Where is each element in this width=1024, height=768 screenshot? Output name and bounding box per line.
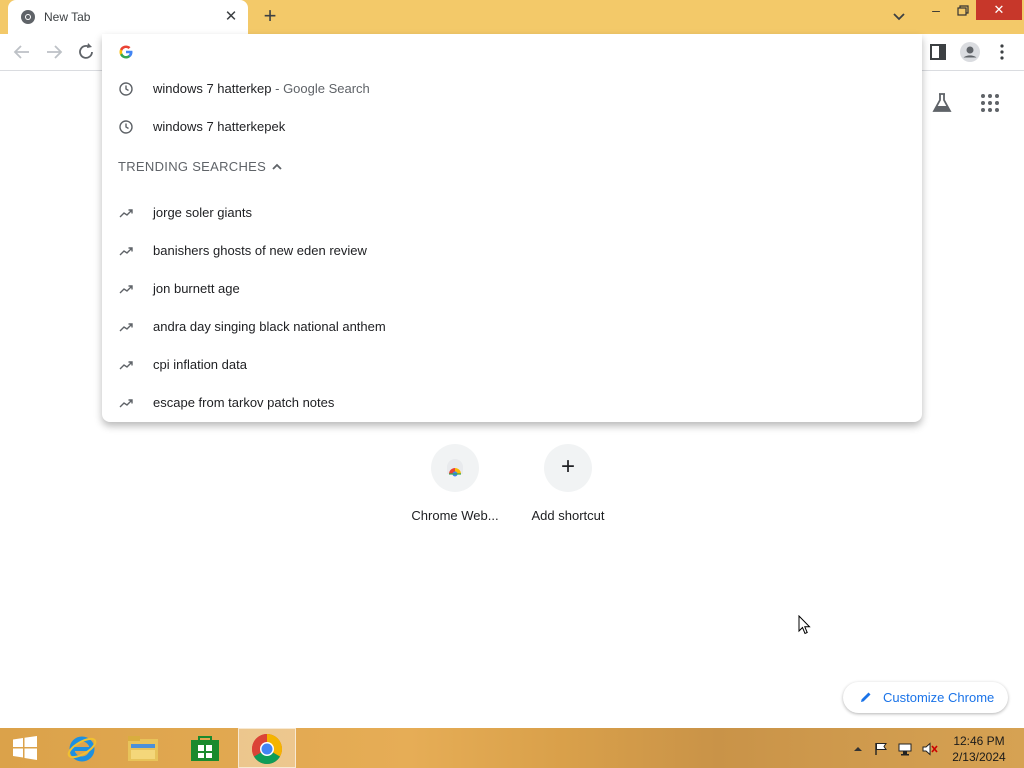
suggestion-text: andra day singing black national anthem bbox=[153, 319, 386, 334]
suggestion-trending-item[interactable]: cpi inflation data bbox=[102, 347, 922, 383]
chevron-up-icon[interactable] bbox=[270, 160, 284, 174]
suggestion-trending-item[interactable]: andra day singing black national anthem bbox=[102, 309, 922, 345]
shortcut-label: Add shortcut bbox=[531, 508, 605, 523]
taskbar-chrome[interactable] bbox=[238, 728, 296, 768]
store-bag-icon bbox=[191, 736, 219, 761]
trending-up-icon bbox=[118, 281, 134, 297]
address-bar-input[interactable] bbox=[142, 40, 902, 64]
clock-time: 12:46 PM bbox=[953, 734, 1005, 748]
suggestion-text: banishers ghosts of new eden review bbox=[153, 243, 367, 258]
add-shortcut-button[interactable]: + Add shortcut bbox=[518, 444, 618, 534]
plus-icon: + bbox=[560, 453, 575, 480]
windows-taskbar bbox=[0, 728, 1024, 768]
trending-up-icon bbox=[118, 243, 134, 259]
menu-dots-icon[interactable] bbox=[990, 40, 1014, 64]
trending-up-icon bbox=[118, 395, 134, 411]
pencil-icon bbox=[859, 690, 873, 704]
shortcut-tile bbox=[431, 444, 479, 492]
shortcut-chrome-web-store[interactable]: Chrome Web... bbox=[405, 444, 505, 534]
tab-new-tab[interactable]: New Tab ✕ bbox=[8, 0, 248, 34]
action-center-flag-icon[interactable] bbox=[874, 742, 888, 756]
tab-search-chevron-icon[interactable] bbox=[888, 7, 910, 27]
restore-button[interactable] bbox=[950, 2, 974, 22]
suggestion-text: windows 7 hatterkepek bbox=[153, 119, 286, 134]
chrome-labs-flask-icon[interactable] bbox=[930, 91, 954, 115]
omnibox-dropdown: windows 7 hatterkep - Google Search wind… bbox=[102, 34, 922, 422]
mouse-cursor-icon bbox=[798, 614, 812, 635]
close-window-button[interactable]: ✕ bbox=[976, 0, 1022, 20]
chrome-favicon-icon bbox=[20, 9, 36, 25]
volume-muted-icon[interactable] bbox=[922, 742, 938, 756]
suggestion-history-item[interactable]: windows 7 hatterkep - Google Search bbox=[102, 71, 922, 107]
trending-up-icon bbox=[118, 319, 134, 335]
side-panel-icon[interactable] bbox=[926, 40, 950, 64]
suggestion-history-item[interactable]: windows 7 hatterkepek bbox=[102, 109, 922, 145]
clock-icon bbox=[118, 119, 134, 135]
clock-icon bbox=[118, 81, 134, 97]
google-g-icon bbox=[118, 44, 134, 60]
suggestion-text: windows 7 hatterkep - Google Search bbox=[153, 81, 370, 96]
suggestion-text: cpi inflation data bbox=[153, 357, 247, 372]
network-icon[interactable] bbox=[898, 742, 912, 756]
clock-date: 2/13/2024 bbox=[952, 750, 1006, 764]
tab-title: New Tab bbox=[44, 10, 91, 24]
reload-icon[interactable] bbox=[74, 40, 98, 64]
suggestion-text: jorge soler giants bbox=[153, 205, 252, 220]
customize-chrome-button[interactable]: Customize Chrome bbox=[843, 682, 1008, 713]
trending-up-icon bbox=[118, 205, 134, 221]
windows-logo-icon bbox=[13, 736, 37, 760]
trending-up-icon bbox=[118, 357, 134, 373]
suggestion-trending-item[interactable]: jorge soler giants bbox=[102, 195, 922, 231]
suggestion-text: escape from tarkov patch notes bbox=[153, 395, 335, 410]
suggestion-trending-item[interactable]: jon burnett age bbox=[102, 271, 922, 307]
trending-searches-header: TRENDING SEARCHES bbox=[118, 159, 267, 174]
internet-explorer-icon bbox=[67, 736, 97, 762]
google-apps-grid-icon[interactable] bbox=[978, 91, 1002, 115]
forward-icon[interactable] bbox=[42, 40, 66, 64]
minimize-button[interactable]: – bbox=[924, 2, 948, 22]
suggestion-trending-item[interactable]: escape from tarkov patch notes bbox=[102, 385, 922, 421]
taskbar-store[interactable] bbox=[176, 728, 234, 768]
chrome-web-store-icon bbox=[447, 459, 463, 477]
shortcut-label: Chrome Web... bbox=[411, 508, 499, 523]
show-hidden-icons-chevron-icon[interactable] bbox=[851, 742, 865, 756]
customize-label: Customize Chrome bbox=[883, 690, 995, 705]
taskbar-internet-explorer[interactable] bbox=[54, 728, 112, 768]
taskbar-clock[interactable]: 12:46 PM 2/13/2024 bbox=[944, 733, 1014, 765]
tab-strip: New Tab ✕ + – ✕ bbox=[0, 0, 1024, 34]
profile-icon[interactable] bbox=[958, 40, 982, 64]
taskbar-file-explorer[interactable] bbox=[114, 728, 172, 768]
back-icon[interactable] bbox=[10, 40, 34, 64]
suggestion-text: jon burnett age bbox=[153, 281, 240, 296]
suggestion-trending-item[interactable]: banishers ghosts of new eden review bbox=[102, 233, 922, 269]
start-button[interactable] bbox=[0, 728, 58, 768]
tab-close-icon[interactable]: ✕ bbox=[222, 8, 240, 26]
shortcut-tile: + bbox=[544, 444, 592, 492]
new-tab-button[interactable]: + bbox=[258, 5, 282, 29]
chrome-icon bbox=[251, 734, 283, 765]
folder-icon bbox=[128, 736, 158, 761]
